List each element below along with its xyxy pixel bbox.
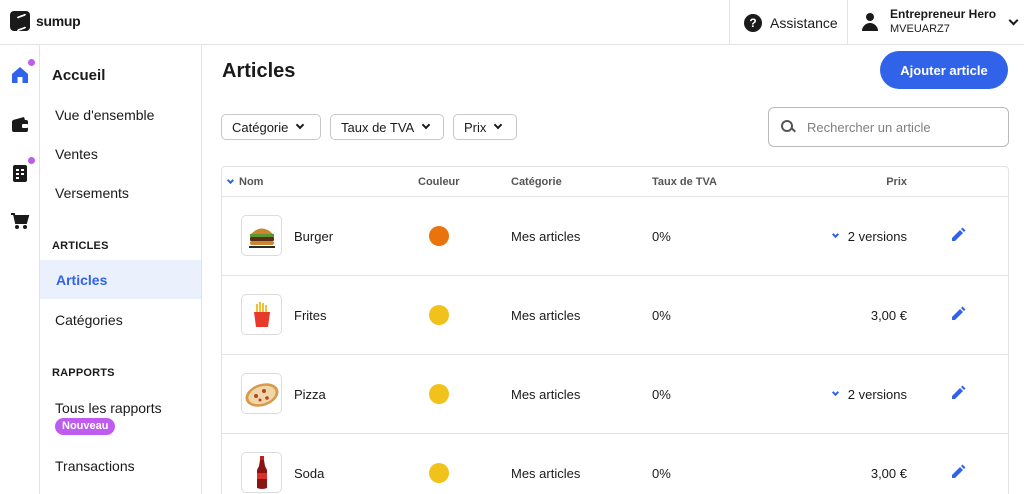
user-id: MVEUARZ7 — [890, 23, 950, 35]
article-vat: 0% — [652, 466, 671, 481]
sidebar-item-categories[interactable]: Catégories — [55, 312, 123, 328]
user-icon — [860, 12, 880, 32]
articles-table: Nom Couleur Catégorie Taux de TVA Prix B… — [221, 166, 1009, 494]
search-icon — [781, 120, 795, 134]
chevron-down-icon — [1008, 15, 1019, 25]
article-category: Mes articles — [511, 229, 581, 244]
column-price-header: Prix — [886, 176, 907, 188]
new-badge: Nouveau — [55, 418, 116, 435]
pizza-image — [241, 373, 282, 414]
sidebar-item-payouts[interactable]: Versements — [55, 185, 129, 201]
sidebar-title[interactable]: Accueil — [52, 67, 105, 84]
notification-dot — [28, 157, 35, 164]
search-box[interactable] — [768, 107, 1009, 147]
color-swatch — [429, 384, 449, 404]
table-row[interactable]: Frites Mes articles 0% 3,00 € — [222, 276, 1008, 355]
invoice-icon[interactable] — [10, 157, 35, 183]
column-vat-header: Taux de TVA — [652, 176, 717, 188]
icon-rail — [0, 45, 40, 494]
sidebar-item-transactions[interactable]: Transactions — [55, 458, 135, 474]
article-name: Pizza — [294, 387, 326, 402]
filter-vat-rate[interactable]: Taux de TVA — [330, 114, 444, 140]
top-bar: sumup ? Assistance Entrepreneur Hero MVE… — [0, 0, 1024, 45]
article-price[interactable]: 2 versions — [831, 387, 907, 402]
article-category: Mes articles — [511, 308, 581, 323]
logo-text: sumup — [36, 13, 81, 29]
sumup-logo-mark — [10, 11, 30, 31]
filter-category[interactable]: Catégorie — [221, 114, 321, 140]
section-reports: RAPPORTS — [52, 367, 115, 379]
color-swatch — [429, 463, 449, 483]
article-name: Soda — [294, 466, 325, 481]
column-category-header: Catégorie — [511, 176, 562, 188]
price-label: 2 versions — [847, 229, 907, 244]
sidebar-item-articles[interactable]: Articles — [40, 260, 201, 299]
sumup-logo[interactable]: sumup — [10, 11, 81, 31]
sidebar-item-sales[interactable]: Ventes — [55, 146, 98, 162]
add-article-button[interactable]: Ajouter article — [880, 51, 1008, 89]
sort-chevron-icon — [226, 176, 235, 185]
table-row[interactable]: Soda Mes articles 0% 3,00 € — [222, 434, 1008, 494]
fries-image — [241, 294, 282, 335]
chevron-down-icon — [831, 230, 839, 239]
color-swatch — [429, 305, 449, 325]
help-icon: ? — [744, 13, 762, 32]
article-name: Burger — [294, 229, 334, 244]
article-vat: 0% — [652, 387, 671, 402]
assistance-button[interactable]: ? Assistance — [729, 0, 848, 45]
home-icon[interactable] — [10, 59, 35, 85]
article-price: 3,00 € — [871, 308, 907, 323]
price-label: 3,00 € — [870, 466, 907, 481]
filter-label: Catégorie — [232, 119, 289, 135]
assistance-label: Assistance — [770, 14, 838, 31]
filter-price[interactable]: Prix — [453, 114, 517, 140]
user-menu[interactable]: Entrepreneur Hero MVEUARZ7 — [860, 7, 1019, 37]
article-price[interactable]: 2 versions — [831, 229, 907, 244]
cart-icon[interactable] — [10, 211, 30, 231]
article-vat: 0% — [652, 229, 671, 244]
price-label: 3,00 € — [870, 308, 907, 323]
burger-image — [241, 215, 282, 256]
filter-label: Prix — [464, 119, 487, 135]
sidebar: Accueil Vue d'ensemble Ventes Versements… — [40, 45, 202, 494]
article-vat: 0% — [652, 308, 671, 323]
table-row[interactable]: Burger Mes articles 0% 2 versions — [222, 197, 1008, 276]
wallet-icon[interactable] — [10, 115, 30, 135]
edit-pencil-icon[interactable] — [950, 464, 966, 480]
chevron-down-icon — [296, 120, 305, 130]
color-swatch — [429, 226, 449, 246]
article-category: Mes articles — [511, 387, 581, 402]
chevron-down-icon — [494, 120, 503, 130]
page-title: Articles — [222, 60, 296, 82]
article-price: 3,00 € — [871, 466, 907, 481]
edit-pencil-icon[interactable] — [950, 385, 966, 401]
edit-pencil-icon[interactable] — [950, 227, 966, 243]
table-header: Nom Couleur Catégorie Taux de TVA Prix — [222, 167, 1008, 197]
edit-pencil-icon[interactable] — [950, 306, 966, 322]
table-row[interactable]: Pizza Mes articles 0% 2 versions — [222, 355, 1008, 434]
user-name: Entrepreneur Hero — [890, 7, 997, 21]
sidebar-item-all-reports[interactable]: Tous les rapports — [55, 400, 162, 416]
filter-label: Taux de TVA — [341, 119, 415, 135]
search-input[interactable] — [807, 119, 997, 135]
article-name: Frites — [294, 308, 327, 323]
column-name-header[interactable]: Nom — [226, 176, 264, 188]
article-category: Mes articles — [511, 466, 581, 481]
section-articles: ARTICLES — [52, 240, 109, 252]
chevron-down-icon — [421, 120, 431, 130]
column-label: Nom — [239, 176, 264, 188]
notification-dot — [28, 59, 35, 66]
sidebar-item-label: Articles — [56, 272, 108, 288]
chevron-down-icon — [831, 388, 839, 397]
sidebar-item-overview[interactable]: Vue d'ensemble — [55, 107, 154, 123]
column-color-header: Couleur — [418, 176, 460, 188]
price-label: 2 versions — [847, 387, 907, 402]
soda-image — [241, 452, 282, 493]
